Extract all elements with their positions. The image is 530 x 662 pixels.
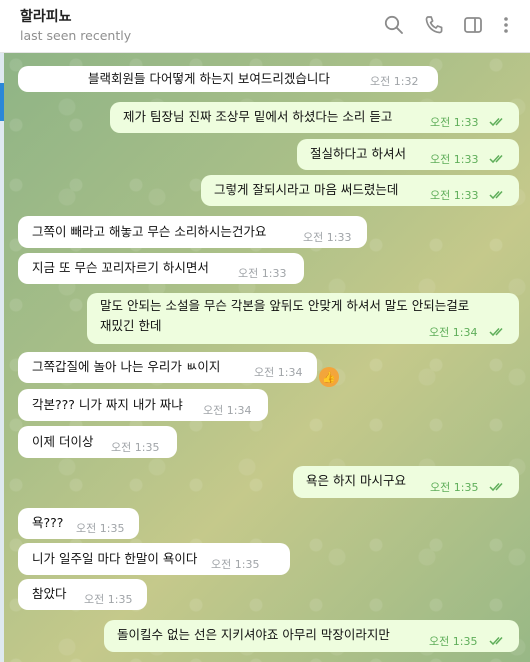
sidebar-toggle-icon[interactable]: [462, 14, 484, 36]
message-text: 욕은 하지 마시구요: [306, 473, 406, 488]
message-time: 오전 1:35: [211, 558, 260, 571]
message-incoming[interactable]: 니가 일주일 마다 한말이 욕이다 오전 1:35: [18, 543, 290, 575]
message-text: 니가 일주일 마다 한말이 욕이다: [32, 551, 198, 566]
chat-header: 할라피뇨 last seen recently: [0, 0, 530, 53]
chat-messages-area[interactable]: 블랙회원들 다어떻게 하는지 보여드리겠습니다 오전 1:32 제가 팀장님 진…: [4, 53, 530, 662]
message-incoming[interactable]: 이제 더이상 오전 1:35: [18, 426, 177, 458]
message-time: 오전 1:34: [203, 404, 252, 417]
message-text-line-2: 재밌긴 한데: [100, 318, 162, 333]
read-receipt-icon: [489, 482, 507, 492]
message-text: 이제 더이상: [32, 434, 94, 449]
message-time: 오전 1:33: [303, 231, 352, 244]
message-text: 욕???: [32, 515, 64, 530]
message-time: 오전 1:35: [111, 441, 160, 454]
chat-title[interactable]: 할라피뇨: [20, 6, 72, 26]
message-time: 오전 1:33: [430, 116, 479, 129]
message-text: 절실하다고 하셔서: [310, 146, 406, 161]
message-text: 그쪽이 빼라고 해놓고 무슨 소리하시는건가요: [32, 224, 267, 239]
message-time: 오전 1:35: [76, 522, 125, 535]
message-time: 오전 1:34: [429, 326, 478, 339]
message-text: 각본??? 니가 짜지 내가 짜냐: [32, 397, 183, 412]
message-time: 오전 1:32: [370, 75, 419, 88]
reaction-thumbs-up-icon[interactable]: 👍: [319, 367, 339, 387]
message-time: 오전 1:34: [254, 366, 303, 379]
message-time: 오전 1:33: [430, 153, 479, 166]
message-text-line-1: 말도 안되는 소설을 무슨 각본을 앞뒤도 안맞게 하셔서 말도 안되는걸로: [100, 298, 470, 313]
message-text: 지금 또 무슨 꼬리자르기 하시면서: [32, 260, 209, 275]
message-text: 그렇게 잘되시라고 마음 써드렸는데: [214, 182, 399, 197]
message-outgoing[interactable]: 제가 팀장님 진짜 조상무 밑에서 하셨다는 소리 듣고 오전 1:33: [110, 102, 519, 133]
message-time: 오전 1:33: [238, 267, 287, 280]
message-time: 오전 1:35: [429, 635, 478, 648]
message-incoming[interactable]: 블랙회원들 다어떻게 하는지 보여드리겠습니다 오전 1:32: [18, 66, 438, 92]
message-text: 그쪽갑질에 놀아 나는 우리가 ㅄ이지: [32, 359, 221, 374]
message-outgoing[interactable]: 돌이킬수 없는 선은 지키셔야죠 아무리 막장이라지만 오전 1:35: [104, 620, 519, 652]
message-outgoing[interactable]: 그렇게 잘되시라고 마음 써드렸는데 오전 1:33: [201, 175, 519, 206]
message-incoming[interactable]: 욕??? 오전 1:35: [18, 508, 139, 539]
message-time: 오전 1:35: [430, 481, 479, 494]
message-text: 블랙회원들 다어떻게 하는지 보여드리겠습니다: [88, 71, 330, 86]
search-icon[interactable]: [383, 14, 405, 36]
message-incoming[interactable]: 그쪽이 빼라고 해놓고 무슨 소리하시는건가요 오전 1:33: [18, 216, 367, 248]
message-time: 오전 1:33: [430, 189, 479, 202]
chat-status: last seen recently: [20, 28, 132, 43]
read-receipt-icon: [489, 327, 507, 337]
message-time: 오전 1:35: [84, 593, 133, 606]
message-outgoing[interactable]: 말도 안되는 소설을 무슨 각본을 앞뒤도 안맞게 하셔서 말도 안되는걸로 재…: [87, 293, 519, 344]
read-receipt-icon: [489, 154, 507, 164]
message-text: 제가 팀장님 진짜 조상무 밑에서 하셨다는 소리 듣고: [123, 109, 393, 124]
read-receipt-icon: [489, 117, 507, 127]
message-outgoing[interactable]: 절실하다고 하셔서 오전 1:33: [297, 139, 519, 170]
message-incoming[interactable]: 참았다 오전 1:35: [18, 579, 147, 610]
phone-icon[interactable]: [423, 14, 445, 36]
message-outgoing[interactable]: 욕은 하지 마시구요 오전 1:35: [293, 466, 519, 498]
read-receipt-icon: [489, 636, 507, 646]
message-text: 돌이킬수 없는 선은 지키셔야죠 아무리 막장이라지만: [117, 627, 390, 642]
message-incoming[interactable]: 지금 또 무슨 꼬리자르기 하시면서 오전 1:33: [18, 253, 304, 284]
message-text: 참았다: [32, 586, 67, 601]
message-incoming[interactable]: 각본??? 니가 짜지 내가 짜냐 오전 1:34: [18, 389, 268, 421]
message-incoming[interactable]: 그쪽갑질에 놀아 나는 우리가 ㅄ이지 오전 1:34: [18, 352, 317, 383]
read-receipt-icon: [489, 190, 507, 200]
more-vertical-icon[interactable]: [495, 14, 517, 36]
